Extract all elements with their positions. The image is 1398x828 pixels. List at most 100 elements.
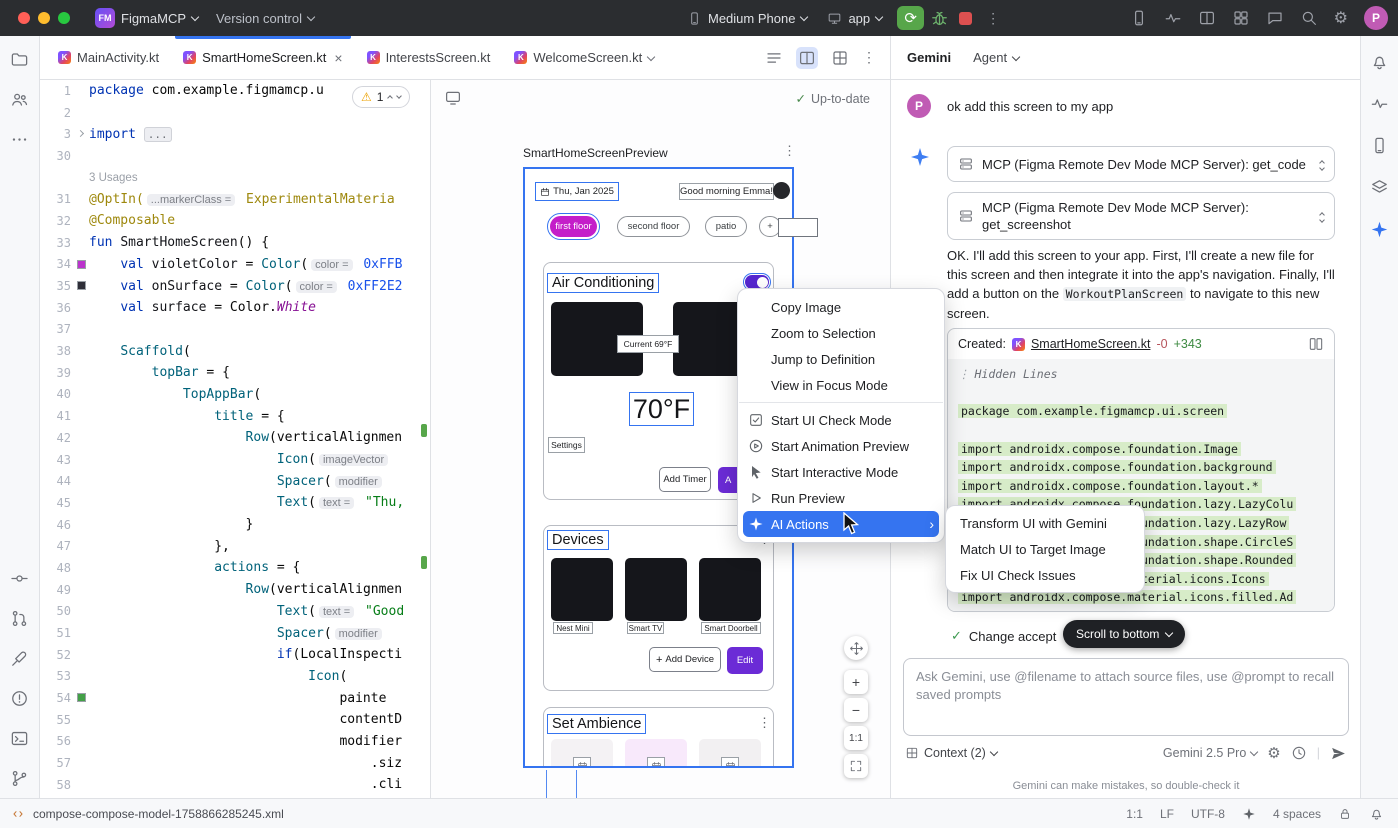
problems-tool-icon[interactable] — [10, 689, 29, 708]
created-file-link[interactable]: SmartHomeScreen.kt — [1031, 337, 1150, 351]
stop-button[interactable] — [959, 12, 972, 25]
floor-chip-first-floor[interactable]: first floor — [550, 216, 597, 237]
editor-layout-icon[interactable] — [831, 49, 849, 67]
debug-button[interactable] — [930, 9, 949, 28]
floor-chip-second-floor[interactable]: second floor — [617, 216, 690, 237]
menu-item-start-interactive-mode[interactable]: Start Interactive Mode — [738, 459, 944, 485]
mcp-tool-card[interactable]: MCP (Figma Remote Dev Mode MCP Server): … — [947, 146, 1335, 182]
gemini-status-icon[interactable] — [1242, 807, 1256, 821]
layout-inspector-icon[interactable] — [1198, 9, 1216, 27]
menu-item-ai-actions[interactable]: AI Actions› — [743, 511, 939, 537]
tab-welcomescreen-kt[interactable]: KWelcomeScreen.kt — [502, 36, 666, 79]
ai-chat-icon[interactable] — [1266, 9, 1284, 27]
usages-hint[interactable]: 3 Usages — [89, 172, 138, 184]
next-issue-icon[interactable] — [397, 93, 403, 99]
menu-item-start-ui-check-mode[interactable]: Start UI Check Mode — [738, 407, 944, 433]
prev-issue-icon[interactable] — [388, 95, 394, 101]
ac-toggle[interactable] — [745, 275, 769, 289]
device-mirroring-icon[interactable] — [1130, 9, 1148, 27]
run-more-kebab[interactable]: ⋮ — [982, 10, 1004, 27]
mcp-tool-card[interactable]: MCP (Figma Remote Dev Mode MCP Server): … — [947, 192, 1335, 240]
menu-item-run-preview[interactable]: Run Preview — [738, 485, 944, 511]
encoding-widget[interactable]: UTF-8 — [1191, 807, 1225, 821]
profiler-icon[interactable] — [1164, 9, 1182, 27]
scroll-to-bottom-button[interactable]: Scroll to bottom — [1063, 620, 1185, 648]
expand-collapse-icon[interactable] — [1320, 159, 1324, 170]
moredots-icon[interactable] — [10, 130, 29, 149]
search-everywhere-icon[interactable] — [1300, 9, 1318, 27]
submenu-item-transform-ui-with-gemini[interactable]: Transform UI with Gemini — [946, 510, 1144, 536]
diff-icon[interactable] — [1308, 336, 1324, 352]
pan-button[interactable] — [844, 636, 868, 660]
plugins-icon[interactable] — [1232, 9, 1250, 27]
commit-tool-icon[interactable] — [10, 569, 29, 588]
user-avatar[interactable]: P — [1364, 6, 1388, 30]
fold-arrow-icon[interactable] — [77, 130, 84, 137]
chevron-down-icon[interactable] — [647, 52, 655, 60]
pr-tool-icon[interactable] — [10, 609, 29, 628]
settings-link[interactable]: Settings — [548, 437, 585, 453]
tab-smarthomescreen-kt[interactable]: KSmartHomeScreen.kt× — [171, 36, 354, 79]
device-selector[interactable]: Medium Phone — [678, 3, 816, 33]
tab-agent[interactable]: Agent — [973, 50, 1019, 65]
terminal-tool-icon[interactable] — [10, 729, 29, 748]
minimize-window-button[interactable] — [38, 12, 50, 24]
build-tool-icon[interactable] — [10, 649, 29, 668]
editor-list-icon[interactable] — [765, 49, 783, 67]
preview-device-icon[interactable] — [444, 89, 462, 107]
lock-icon[interactable] — [1338, 807, 1352, 821]
zoom-window-button[interactable] — [58, 12, 70, 24]
branch-tool-icon[interactable] — [10, 769, 29, 788]
project-menu[interactable]: FM FigmaMCP — [86, 3, 207, 33]
bell-tool-icon[interactable] — [1370, 52, 1389, 71]
menu-item-zoom-to-selection[interactable]: Zoom to Selection — [738, 320, 944, 346]
edit-button[interactable]: Edit — [727, 647, 763, 674]
vcs-widget[interactable]: Version control — [207, 3, 323, 33]
menu-item-copy-image[interactable]: Copy Image — [738, 294, 944, 320]
submenu-item-fix-ui-check-issues[interactable]: Fix UI Check Issues — [946, 562, 1144, 588]
submenu-item-match-ui-to-target-image[interactable]: Match UI to Target Image — [946, 536, 1144, 562]
layers-tool-icon[interactable] — [1370, 178, 1389, 197]
zoom-out-button[interactable]: − — [844, 698, 868, 722]
color-swatch[interactable] — [77, 693, 86, 702]
menu-item-view-in-focus-mode[interactable]: View in Focus Mode — [738, 372, 944, 398]
menu-item-jump-to-definition[interactable]: Jump to Definition — [738, 346, 944, 372]
pulse-tool-icon[interactable] — [1370, 94, 1389, 113]
expand-collapse-icon[interactable] — [1320, 211, 1324, 222]
zoom-in-button[interactable]: + — [844, 670, 868, 694]
caret-position-widget[interactable]: 1:1 — [1126, 807, 1143, 821]
gemini-input[interactable]: Ask Gemini, use @filename to attach sour… — [903, 658, 1349, 736]
context-chip[interactable]: Context (2) — [905, 746, 997, 760]
gemini-settings-icon[interactable]: ⚙ — [1267, 744, 1280, 762]
temperature-display[interactable]: 70°F — [629, 392, 694, 426]
rerun-button[interactable]: ⟳ — [897, 6, 924, 30]
current-temp-label[interactable]: Current 69°F — [617, 335, 679, 353]
ac-title[interactable]: Air Conditioning — [547, 273, 659, 293]
tab-mainactivity-kt[interactable]: KMainActivity.kt — [46, 36, 171, 79]
line-ending-widget[interactable]: LF — [1160, 807, 1174, 821]
color-swatch[interactable] — [77, 281, 86, 290]
notifications-icon[interactable] — [1369, 806, 1384, 821]
inspection-widget[interactable]: ⚠ 1 — [352, 86, 410, 108]
add-timer-button[interactable]: Add Timer — [659, 467, 711, 492]
ambience-kebab[interactable]: ⋮ — [758, 716, 771, 729]
code-editor[interactable]: 1package com.example.figmamcp.u23import … — [40, 80, 430, 798]
tab-interestsscreen-kt[interactable]: KInterestsScreen.kt — [355, 36, 503, 79]
floor-chip-patio[interactable]: patio — [705, 216, 747, 237]
tab-gemini[interactable]: Gemini — [907, 50, 951, 65]
run-config-selector[interactable]: app — [818, 3, 891, 33]
users-icon[interactable] — [10, 90, 29, 109]
device-tile[interactable] — [625, 558, 687, 621]
settings-gear-icon[interactable]: ⚙ — [1334, 8, 1348, 28]
menu-item-start-animation-preview[interactable]: Start Animation Preview — [738, 433, 944, 459]
device-tile[interactable] — [551, 558, 613, 621]
zoom-fit-button[interactable] — [844, 754, 868, 778]
model-selector[interactable]: Gemini 2.5 Pro — [1163, 746, 1257, 760]
close-window-button[interactable] — [18, 12, 30, 24]
indent-widget[interactable]: 4 spaces — [1273, 807, 1321, 821]
devices-title[interactable]: Devices — [547, 530, 609, 550]
split-editor-icon[interactable] — [796, 47, 818, 69]
greeting-label[interactable]: Good morning Emma! — [679, 183, 774, 200]
send-button[interactable] — [1330, 745, 1347, 762]
date-chip[interactable]: Thu, Jan 2025 — [535, 182, 619, 201]
